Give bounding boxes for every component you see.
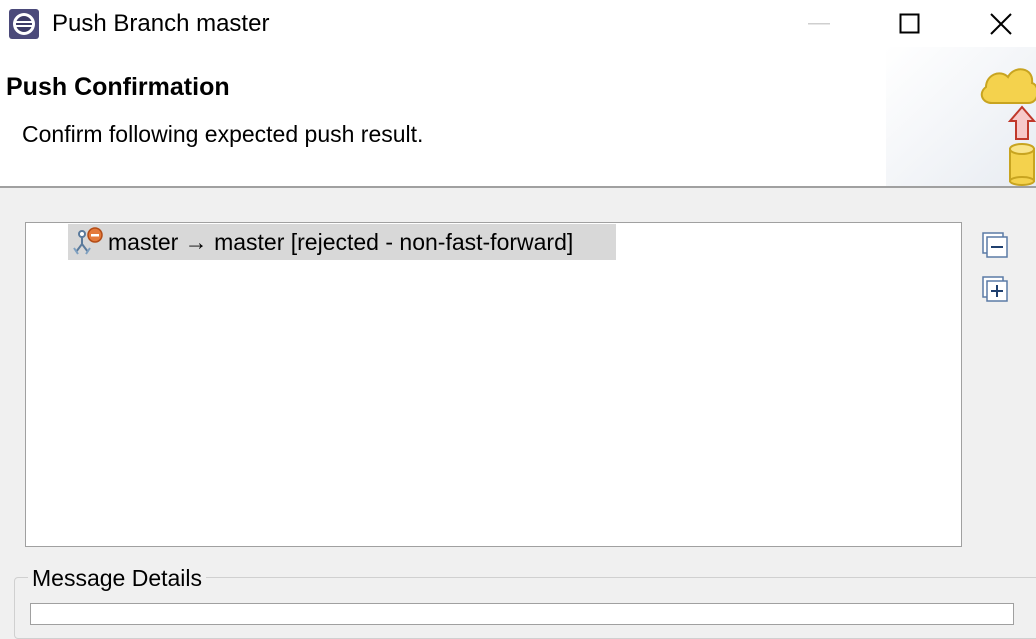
wizard-header: Push Confirmation Confirm following expe… (0, 47, 1036, 188)
maximize-icon (899, 13, 920, 33)
minimize-icon (808, 22, 830, 24)
message-details-text[interactable] (30, 603, 1014, 625)
page-title: Push Confirmation (6, 73, 230, 101)
collapse-all-icon[interactable] (980, 230, 1010, 260)
message-details-legend: Message Details (28, 563, 207, 593)
expand-all-icon[interactable] (980, 274, 1010, 304)
minimize-button[interactable] (775, 0, 865, 47)
push-result-tree[interactable]: master → master [rejected - non-fast-for… (25, 222, 962, 547)
close-button[interactable] (956, 0, 1036, 47)
window-title: Push Branch master (52, 10, 270, 37)
cloud-push-icon (886, 47, 1036, 186)
branch-rejected-icon (73, 227, 103, 255)
title-bar: Push Branch master (0, 0, 1036, 47)
maximize-button[interactable] (865, 0, 955, 47)
tree-row[interactable]: master → master [rejected - non-fast-for… (68, 224, 616, 260)
close-icon (990, 12, 1012, 35)
eclipse-app-icon (9, 9, 39, 39)
page-description: Confirm following expected push result. (22, 121, 424, 147)
tree-row-label: master → master [rejected - non-fast-for… (108, 228, 574, 255)
